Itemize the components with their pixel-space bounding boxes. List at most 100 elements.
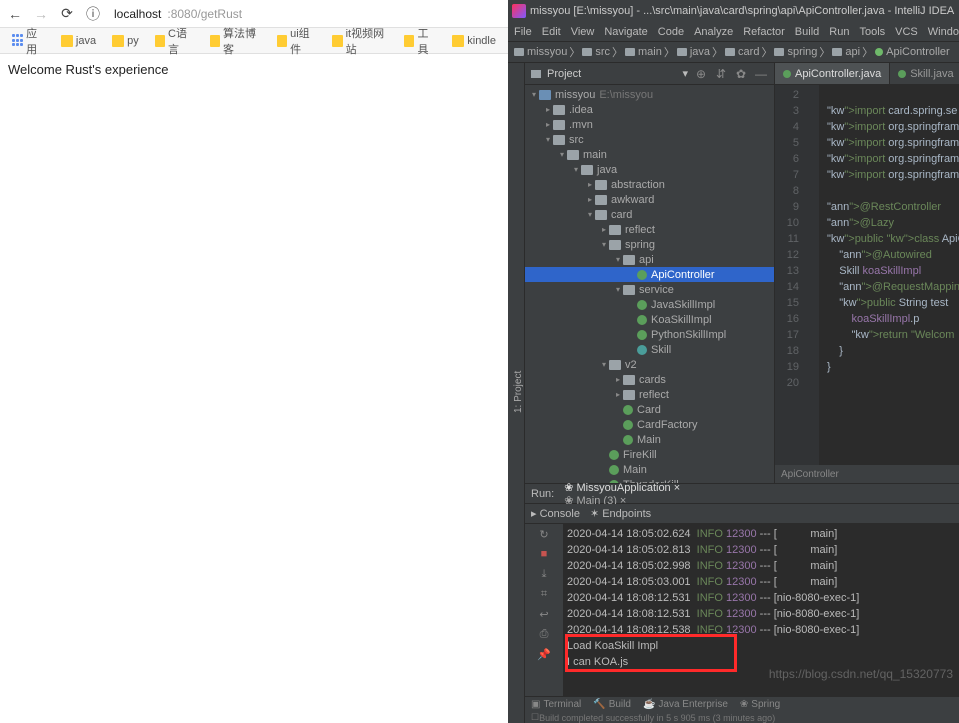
locate-icon[interactable]: ⊕ — [694, 67, 708, 81]
tree-node[interactable]: ▸abstraction — [525, 177, 774, 192]
tree-node[interactable]: CardFactory — [525, 417, 774, 432]
console-tab[interactable]: ▸ Console — [531, 507, 580, 520]
breadcrumb-item[interactable]: spring — [774, 46, 817, 58]
breadcrumb-item[interactable]: main — [625, 46, 662, 58]
hide-icon[interactable]: — — [754, 67, 768, 81]
menu-window[interactable]: Window — [928, 26, 959, 38]
url-path: :8080/getRust — [167, 7, 242, 21]
url-bar[interactable]: localhost:8080/getRust — [110, 5, 502, 23]
menu-navigate[interactable]: Navigate — [604, 26, 647, 38]
project-tree[interactable]: ▾missyouE:\missyou▸.idea▸.mvn▾src▾main▾j… — [525, 85, 774, 483]
apps-button[interactable]: 应用 — [6, 23, 51, 59]
breadcrumb-item[interactable]: ApiController — [875, 46, 950, 58]
bookmark-py[interactable]: py — [106, 33, 145, 49]
tree-node[interactable]: ▾api — [525, 252, 774, 267]
javaee-tool[interactable]: ☕ Java Enterprise — [643, 699, 728, 710]
layout-icon[interactable]: ⌗ — [537, 588, 551, 602]
menu-edit[interactable]: Edit — [542, 26, 561, 38]
tree-node[interactable]: FireKill — [525, 447, 774, 462]
menu-analyze[interactable]: Analyze — [694, 26, 733, 38]
tree-node[interactable]: Skill — [525, 342, 774, 357]
tree-node[interactable]: ApiController — [525, 267, 774, 282]
menu-view[interactable]: View — [571, 26, 595, 38]
stop-icon[interactable]: ■ — [537, 548, 551, 562]
bookmark-java[interactable]: java — [55, 33, 102, 49]
reload-button[interactable]: ⟳ — [58, 5, 76, 23]
gear-icon[interactable]: ✿ — [734, 67, 748, 81]
tab-label: Console — [540, 508, 580, 520]
print-icon[interactable]: ⎙ — [537, 628, 551, 642]
editor-status-text: ApiController — [781, 469, 839, 480]
stdout-row: I can KOA.js — [567, 654, 955, 670]
tree-node[interactable]: ▸awkward — [525, 192, 774, 207]
bookmark-tools[interactable]: 工具 — [398, 23, 442, 59]
info-icon[interactable]: ⓘ — [84, 5, 102, 23]
code-area[interactable]: "kw">import card.spring.se"kw">import or… — [819, 85, 959, 465]
bookmark-kindle[interactable]: kindle — [446, 33, 502, 49]
tree-node[interactable]: ▾spring — [525, 237, 774, 252]
folder-icon — [553, 135, 565, 145]
browser-content: Welcome Rust's experience — [0, 54, 508, 85]
editor-tab[interactable]: ApiController.java — [775, 63, 890, 84]
console-output[interactable]: 2020-04-14 18:05:02.624 INFO 12300 --- [… — [563, 524, 959, 696]
editor-main[interactable]: 234567891011121314151617181920 "kw">impo… — [775, 85, 959, 465]
editor-tab[interactable]: Skill.java — [890, 63, 959, 84]
tree-node[interactable]: KoaSkillImpl — [525, 312, 774, 327]
bookmark-video[interactable]: it视频网站 — [326, 23, 394, 59]
tree-node[interactable]: ▸cards — [525, 372, 774, 387]
tree-root[interactable]: ▾missyouE:\missyou — [525, 87, 774, 102]
folder-icon — [623, 255, 635, 265]
tree-node[interactable]: Main — [525, 462, 774, 477]
menu-build[interactable]: Build — [795, 26, 819, 38]
tree-node[interactable]: ▾service — [525, 282, 774, 297]
tab-label: Endpoints — [602, 508, 651, 520]
folder-icon — [774, 48, 784, 56]
bookmark-label: kindle — [467, 35, 496, 47]
tree-node[interactable]: JavaSkillImpl — [525, 297, 774, 312]
tree-node[interactable]: Main — [525, 432, 774, 447]
breadcrumb-item[interactable]: src — [582, 46, 610, 58]
menu-refactor[interactable]: Refactor — [743, 26, 785, 38]
tree-node[interactable]: ▸reflect — [525, 222, 774, 237]
breadcrumb-item[interactable]: java — [677, 46, 710, 58]
endpoints-tab[interactable]: ✶ Endpoints — [590, 507, 651, 520]
rerun-icon[interactable]: ↻ — [537, 528, 551, 542]
dropdown-icon[interactable]: ▾ — [682, 67, 688, 80]
menu-file[interactable]: File — [514, 26, 532, 38]
tree-node[interactable]: ▸.idea — [525, 102, 774, 117]
class-icon — [623, 420, 633, 430]
bookmark-ui[interactable]: ui组件 — [271, 23, 322, 59]
pin-icon[interactable]: 📌 — [537, 648, 551, 662]
tree-node[interactable]: ▾main — [525, 147, 774, 162]
tree-node[interactable]: ▾card — [525, 207, 774, 222]
menu-code[interactable]: Code — [658, 26, 684, 38]
attach-icon[interactable]: ⤓ — [537, 568, 551, 582]
forward-button[interactable]: → — [32, 5, 50, 23]
menu-run[interactable]: Run — [829, 26, 849, 38]
project-tool-label[interactable]: 1: Project — [513, 69, 524, 715]
left-tool-stripe[interactable]: 1: Project — [508, 63, 525, 723]
collapse-icon[interactable]: ⇵ — [714, 67, 728, 81]
back-button[interactable]: ← — [6, 5, 24, 23]
breadcrumb-item[interactable]: missyou — [514, 46, 567, 58]
breadcrumb-item[interactable]: card — [725, 46, 759, 58]
tree-node[interactable]: ▾java — [525, 162, 774, 177]
menu-tools[interactable]: Tools — [859, 26, 885, 38]
tree-node[interactable]: Card — [525, 402, 774, 417]
menu-vcs[interactable]: VCS — [895, 26, 918, 38]
tree-node[interactable]: PythonSkillImpl — [525, 327, 774, 342]
spring-tool[interactable]: ❀ Spring — [740, 699, 780, 710]
breadcrumb-item[interactable]: api — [832, 46, 860, 58]
build-tool[interactable]: 🔨 Build — [593, 699, 631, 710]
wrap-icon[interactable]: ↩ — [537, 608, 551, 622]
bookmark-algo[interactable]: 算法博客 — [204, 23, 267, 59]
tree-node[interactable]: ▸reflect — [525, 387, 774, 402]
bookmark-c[interactable]: C语言 — [149, 23, 200, 59]
terminal-tool[interactable]: ▣ Terminal — [531, 699, 581, 710]
tree-node[interactable]: ▾v2 — [525, 357, 774, 372]
intellij-icon — [512, 4, 526, 18]
run-tab[interactable]: ❀ MissyouApplication × — [564, 481, 680, 494]
ide-center: Project ▾ ⊕ ⇵ ✿ — ▾missyouE:\missyou▸.id… — [525, 63, 959, 723]
tree-node[interactable]: ▸.mvn — [525, 117, 774, 132]
tree-node[interactable]: ▾src — [525, 132, 774, 147]
